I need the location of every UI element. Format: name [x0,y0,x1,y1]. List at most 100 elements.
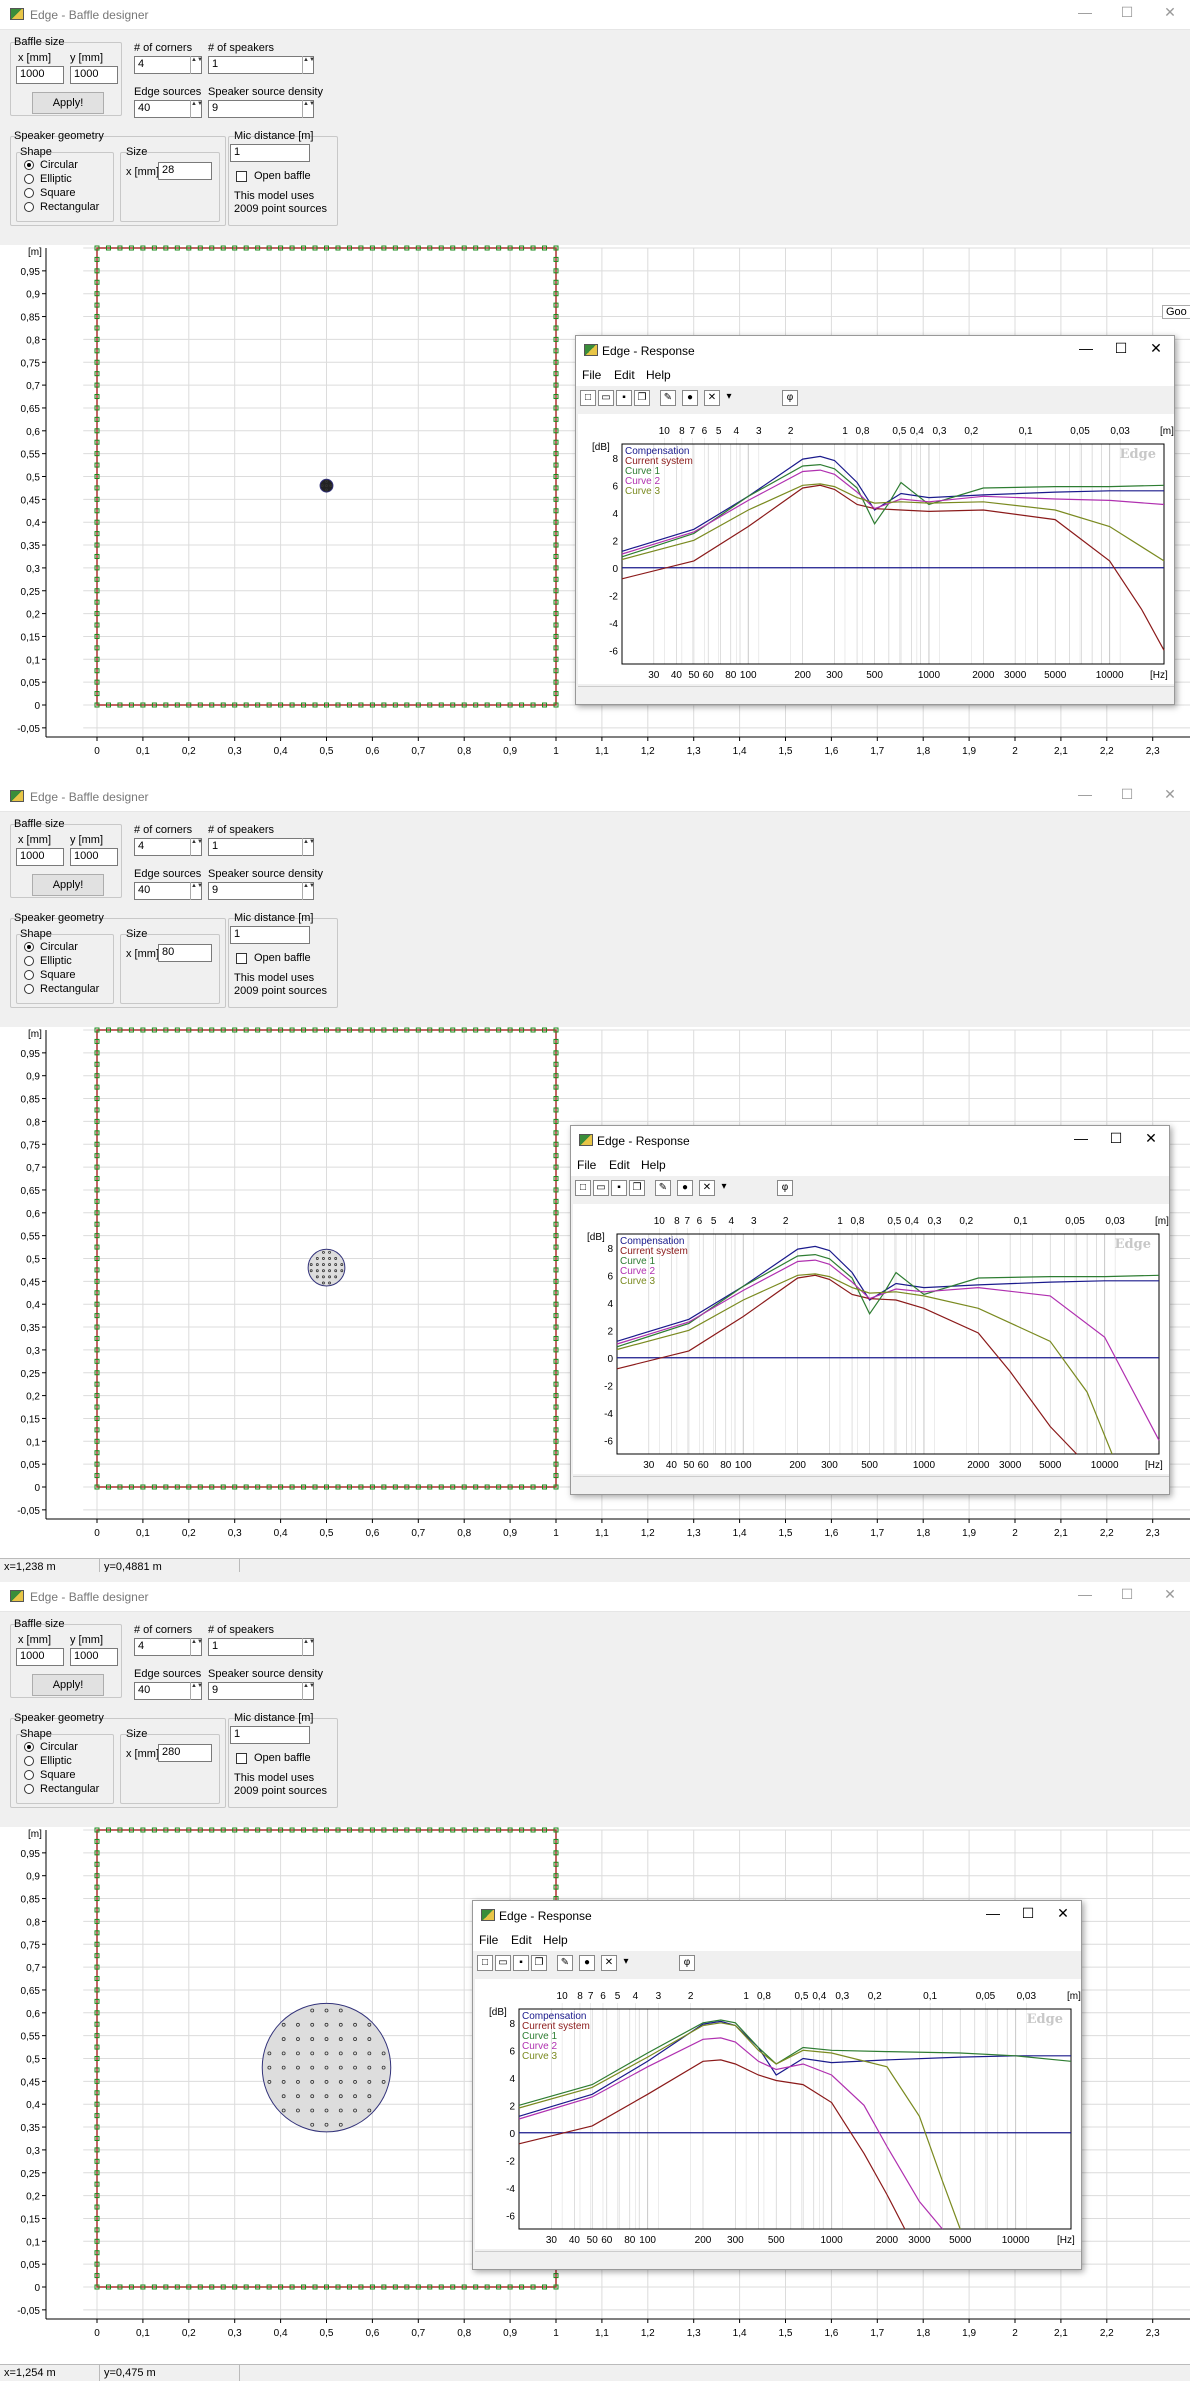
open-baffle-checkbox[interactable] [236,953,247,964]
new-file-icon[interactable]: □ [477,1955,493,1971]
maximize-button[interactable]: ☐ [1018,1905,1038,1922]
spin-arrows-icon[interactable]: ▲▼ [302,100,315,118]
phase-icon[interactable]: φ [679,1955,695,1971]
new-file-icon[interactable]: □ [580,390,596,406]
menu-help[interactable]: Help [641,1158,666,1172]
speaker-size-input[interactable]: 280 [158,1744,212,1762]
spin-arrows-icon[interactable]: ▲▼ [302,56,315,74]
menu-file[interactable]: File [479,1933,498,1947]
spin-arrows-icon[interactable]: ▲▼ [190,100,203,118]
spin-arrows-icon[interactable]: ▲▼ [302,1638,315,1656]
menu-help[interactable]: Help [543,1933,568,1947]
dropdown-icon[interactable]: ▾ [719,1180,729,1196]
spin-arrows-icon[interactable]: ▲▼ [190,1638,203,1656]
copy-icon[interactable]: ❐ [531,1955,547,1971]
delete-icon[interactable]: ✕ [601,1955,617,1971]
shape-radio-circular[interactable] [24,1742,34,1752]
density-spinner[interactable]: 9 ▲▼ [208,1682,315,1700]
mic-distance-input[interactable]: 1 [230,144,310,162]
spin-arrows-icon[interactable]: ▲▼ [190,838,203,856]
edge-sources-spinner[interactable]: 40 ▲▼ [134,100,203,118]
response-window[interactable]: Edge - Response — ☐ ✕ File Edit Help □ ▭ ▪ ❐ ✎ ● ✕ ▾ φ[… [472,1900,1082,2270]
shape-radio-rectangular[interactable] [24,984,34,994]
response-chart-svg[interactable]: [dB] [Hz] [m] Edge 8 6 4 2 0 -2 -4 -6 30 40 50 60 80 100 2… [573,1204,1169,1474]
density-spinner[interactable]: 9 ▲▼ [208,100,315,118]
baffle-y-input[interactable]: 1000 [70,1648,118,1666]
shape-radio-circular[interactable] [24,942,34,952]
pen-icon[interactable]: ✎ [660,390,676,406]
open-folder-icon[interactable]: ▭ [593,1180,609,1196]
speakers-spinner[interactable]: 1 ▲▼ [208,56,315,74]
maximize-button[interactable]: ☐ [1117,1586,1137,1603]
maximize-button[interactable]: ☐ [1111,340,1131,357]
shape-radio-elliptic[interactable] [24,174,34,184]
spin-arrows-icon[interactable]: ▲▼ [302,1682,315,1700]
speakers-spinner[interactable]: 1 ▲▼ [208,838,315,856]
close-button[interactable]: ✕ [1160,786,1180,803]
apply-button[interactable]: Apply! [32,92,104,114]
menu-edit[interactable]: Edit [614,368,635,382]
filter-icon[interactable]: ● [579,1955,595,1971]
shape-radio-rectangular[interactable] [24,202,34,212]
shape-radio-square[interactable] [24,188,34,198]
pen-icon[interactable]: ✎ [557,1955,573,1971]
new-file-icon[interactable]: □ [575,1180,591,1196]
response-chart[interactable]: [dB] [Hz] [m] Edge 8 6 4 2 0 -2 -4 -6 30 40 50 60 80 100 2… [475,1979,1081,2249]
baffle-x-input[interactable]: 1000 [16,66,64,84]
menu-edit[interactable]: Edit [511,1933,532,1947]
filter-icon[interactable]: ● [677,1180,693,1196]
minimize-button[interactable]: — [983,1905,1003,1921]
response-chart[interactable]: [dB] [Hz] [m] Edge 8 6 4 2 0 -2 -4 -6 30 40 50 60 80 100 2… [578,414,1174,684]
menu-file[interactable]: File [582,368,601,382]
mic-distance-input[interactable]: 1 [230,1726,310,1744]
spin-arrows-icon[interactable]: ▲▼ [302,838,315,856]
baffle-x-input[interactable]: 1000 [16,1648,64,1666]
save-icon[interactable]: ▪ [513,1955,529,1971]
delete-icon[interactable]: ✕ [699,1180,715,1196]
corners-spinner[interactable]: 4 ▲▼ [134,1638,203,1656]
response-chart[interactable]: [dB] [Hz] [m] Edge 8 6 4 2 0 -2 -4 -6 30 40 50 60 80 100 2… [573,1204,1169,1474]
delete-icon[interactable]: ✕ [704,390,720,406]
minimize-button[interactable]: — [1076,340,1096,356]
dropdown-icon[interactable]: ▾ [724,390,734,406]
menu-help[interactable]: Help [646,368,671,382]
speakers-spinner[interactable]: 1 ▲▼ [208,1638,315,1656]
mic-distance-input[interactable]: 1 [230,926,310,944]
edge-sources-spinner[interactable]: 40 ▲▼ [134,882,203,900]
apply-button[interactable]: Apply! [32,874,104,896]
pen-icon[interactable]: ✎ [655,1180,671,1196]
shape-radio-elliptic[interactable] [24,956,34,966]
corners-spinner[interactable]: 4 ▲▼ [134,56,203,74]
menu-edit[interactable]: Edit [609,1158,630,1172]
close-button[interactable]: ✕ [1146,340,1166,357]
spin-arrows-icon[interactable]: ▲▼ [190,1682,203,1700]
filter-icon[interactable]: ● [682,390,698,406]
spin-arrows-icon[interactable]: ▲▼ [190,882,203,900]
copy-icon[interactable]: ❐ [634,390,650,406]
corners-spinner[interactable]: 4 ▲▼ [134,838,203,856]
shape-radio-elliptic[interactable] [24,1756,34,1766]
baffle-x-input[interactable]: 1000 [16,848,64,866]
save-icon[interactable]: ▪ [611,1180,627,1196]
shape-radio-square[interactable] [24,1770,34,1780]
close-button[interactable]: ✕ [1160,1586,1180,1603]
open-baffle-checkbox[interactable] [236,171,247,182]
minimize-button[interactable]: — [1075,786,1095,802]
open-folder-icon[interactable]: ▭ [495,1955,511,1971]
minimize-button[interactable]: — [1071,1130,1091,1146]
baffle-y-input[interactable]: 1000 [70,66,118,84]
spin-arrows-icon[interactable]: ▲▼ [190,56,203,74]
minimize-button[interactable]: — [1075,1586,1095,1602]
spin-arrows-icon[interactable]: ▲▼ [302,882,315,900]
minimize-button[interactable]: — [1075,4,1095,20]
response-chart-svg[interactable]: [dB] [Hz] [m] Edge 8 6 4 2 0 -2 -4 -6 30 40 50 60 80 100 2… [578,414,1174,684]
shape-radio-rectangular[interactable] [24,1784,34,1794]
shape-radio-circular[interactable] [24,160,34,170]
phase-icon[interactable]: φ [777,1180,793,1196]
response-chart-svg[interactable]: [dB] [Hz] [m] Edge 8 6 4 2 0 -2 -4 -6 30 40 50 60 80 100 2… [475,1979,1081,2249]
edge-sources-spinner[interactable]: 40 ▲▼ [134,1682,203,1700]
maximize-button[interactable]: ☐ [1106,1130,1126,1147]
speaker-size-input[interactable]: 28 [158,162,212,180]
copy-icon[interactable]: ❐ [629,1180,645,1196]
shape-radio-square[interactable] [24,970,34,980]
